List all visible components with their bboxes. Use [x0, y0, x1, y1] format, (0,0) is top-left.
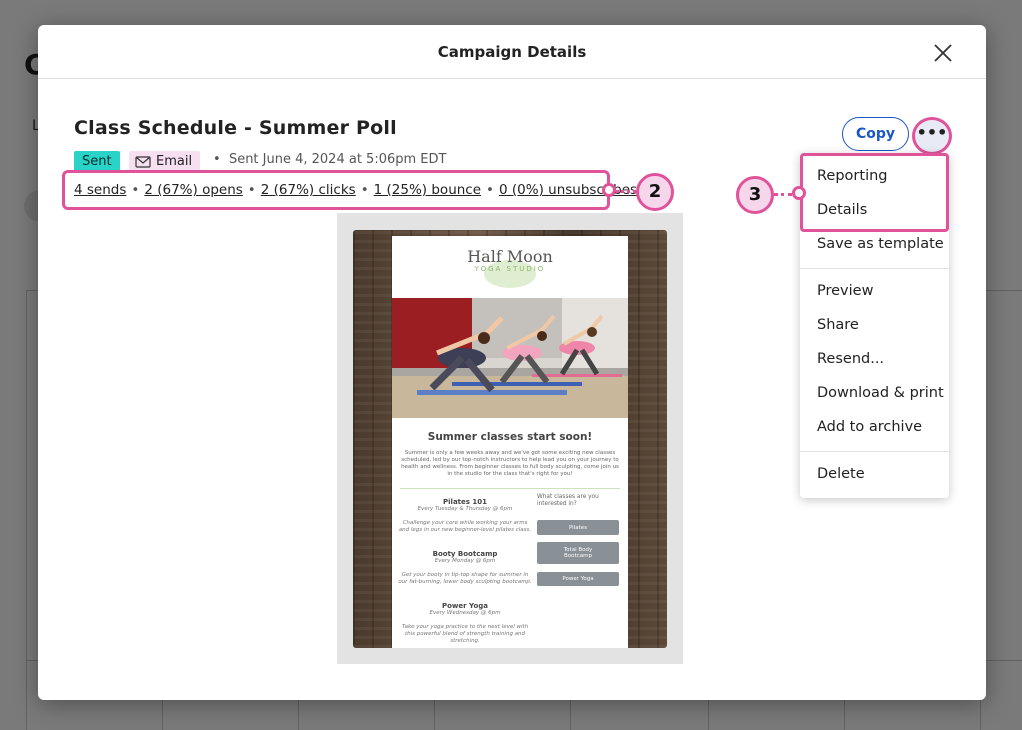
menu-item-download-print[interactable]: Download & print — [817, 385, 944, 401]
email-heading: Summer classes start soon! — [427, 431, 593, 443]
email-logo-subtitle: YOGA STUDIO — [474, 265, 546, 273]
class-block: Booty Bootcamp Every Monday @ 6pm Get yo… — [398, 550, 532, 586]
email-preview: Half Moon YOGA STUDIO Summer classes sta… — [337, 213, 683, 664]
campaign-name: Class Schedule - Summer Poll — [74, 117, 397, 139]
class-name: Booty Bootcamp — [432, 550, 498, 558]
copy-button[interactable]: Copy — [842, 117, 909, 151]
callout-connector — [774, 193, 792, 196]
callout-anchor — [792, 186, 806, 200]
email-background: Half Moon YOGA STUDIO Summer classes sta… — [353, 230, 667, 648]
email-logo-title: Half Moon — [467, 247, 553, 266]
menu-item-resend[interactable]: Resend... — [817, 351, 884, 367]
menu-highlight-box — [800, 153, 949, 232]
menu-item-save-as-template[interactable]: Save as template — [817, 236, 944, 252]
callout-connector — [616, 190, 636, 193]
menu-divider — [800, 451, 949, 452]
menu-item-delete[interactable]: Delete — [817, 466, 865, 482]
callout-anchor — [602, 183, 616, 197]
sent-date: • Sent June 4, 2024 at 5:06pm EDT — [213, 152, 446, 167]
poll-option-button[interactable]: Power Yoga — [537, 572, 619, 586]
callout-badge-3: 3 — [736, 176, 774, 214]
class-description: Take your yoga practice to the next leve… — [401, 624, 529, 644]
menu-item-preview[interactable]: Preview — [817, 283, 873, 299]
poll-question: What classes are you interested in? — [537, 494, 599, 507]
class-time: Every Wednesday @ 6pm — [429, 610, 501, 616]
modal-header: Campaign Details — [38, 25, 986, 79]
class-time: Every Monday @ 6pm — [434, 558, 496, 564]
poll-option-button[interactable]: Pilates — [537, 520, 619, 535]
menu-divider — [800, 268, 949, 269]
email-intro: Summer is only a few weeks away and we'v… — [401, 450, 619, 477]
hero-image — [392, 298, 628, 418]
class-name: Pilates 101 — [443, 498, 487, 506]
campaign-details-modal: Campaign Details Class Schedule - Summer… — [38, 25, 986, 700]
email-divider — [400, 488, 620, 489]
class-name: Power Yoga — [441, 602, 488, 610]
close-icon — [934, 44, 952, 62]
menu-item-share[interactable]: Share — [817, 317, 859, 333]
close-button[interactable] — [931, 41, 955, 65]
poll-option-button[interactable]: Total Body Bootcamp — [537, 542, 619, 564]
menu-item-add-to-archive[interactable]: Add to archive — [817, 419, 922, 435]
modal-title: Campaign Details — [437, 43, 587, 61]
stats-highlight-box — [62, 170, 610, 210]
sent-date-text: Sent June 4, 2024 at 5:06pm EDT — [228, 152, 447, 167]
email-content: Half Moon YOGA STUDIO Summer classes sta… — [392, 236, 628, 648]
class-description: Challenge your core while working your a… — [398, 520, 532, 533]
envelope-icon — [135, 156, 151, 168]
callout-badge-2: 2 — [636, 173, 674, 211]
more-actions-button[interactable]: ••• — [912, 117, 952, 155]
class-block: Pilates 101 Every Tuesday & Thursday @ 6… — [398, 498, 532, 534]
class-time: Every Tuesday & Thursday @ 6pm — [417, 506, 513, 512]
class-block: Power Yoga Every Wednesday @ 6pm Take yo… — [398, 602, 532, 645]
separator-dot: • — [213, 152, 221, 167]
class-description: Get your booty in tip-top shape for summ… — [398, 572, 532, 585]
